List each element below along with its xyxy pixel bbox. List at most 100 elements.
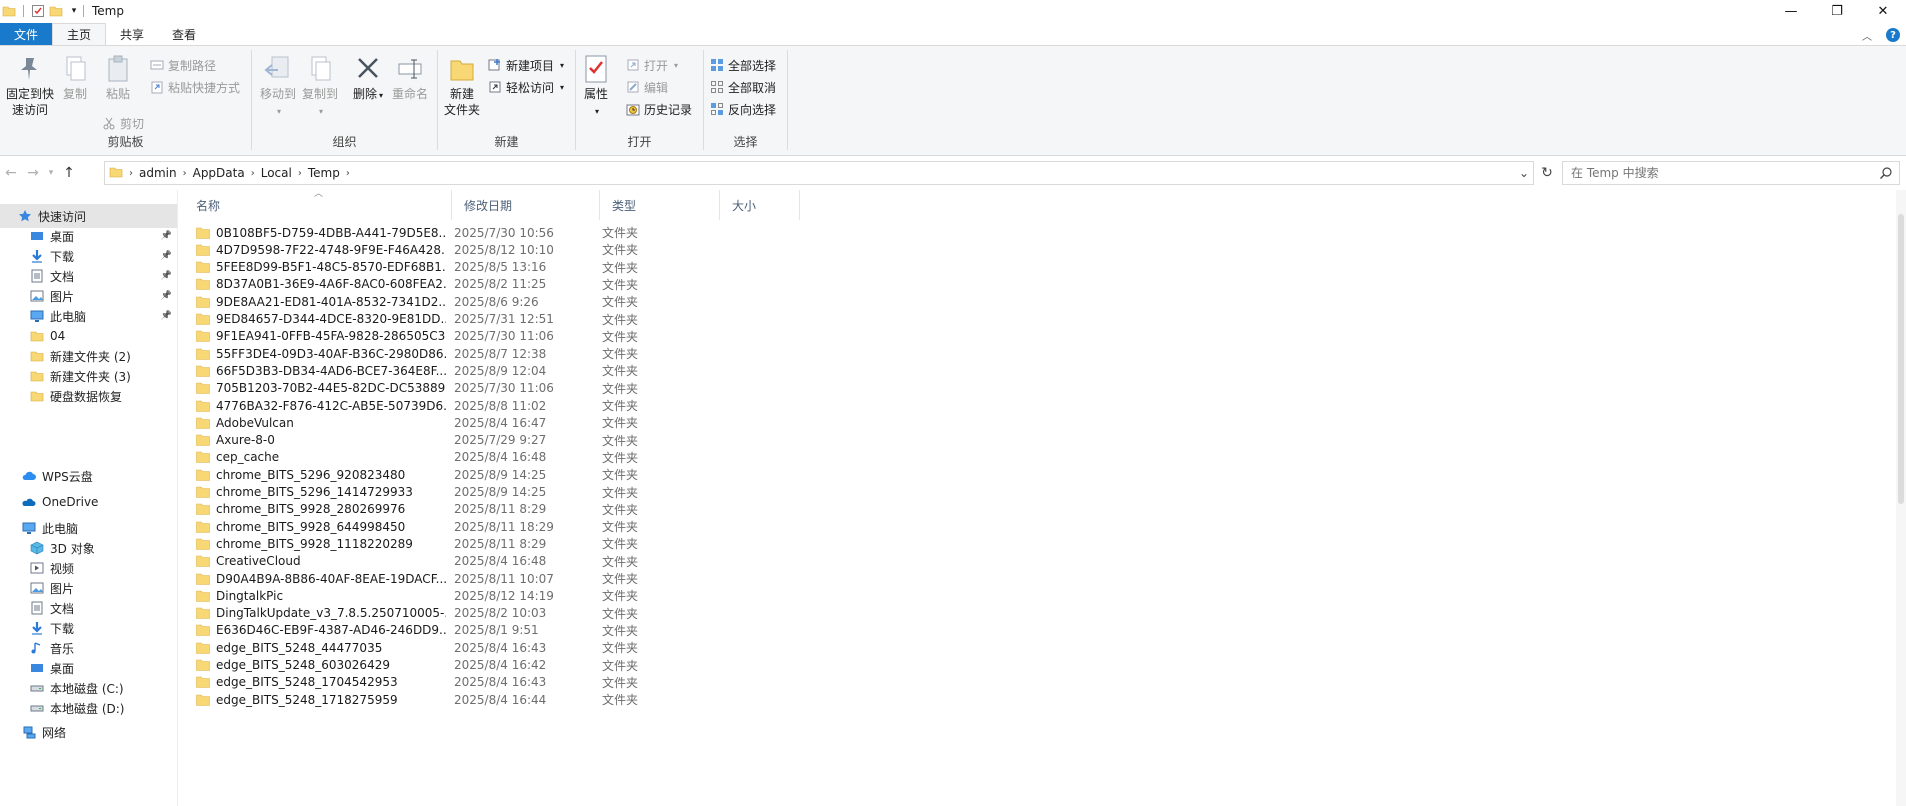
search-icon[interactable] bbox=[1879, 166, 1893, 183]
folder-icon bbox=[196, 400, 210, 412]
column-size[interactable]: 大小 bbox=[720, 190, 800, 220]
vertical-scrollbar[interactable] bbox=[1896, 190, 1906, 806]
music-icon bbox=[30, 641, 44, 655]
column-date[interactable]: 修改日期 bbox=[452, 190, 600, 220]
file-row[interactable]: edge_BITS_5248_1718275959 2025/8/4 16:44 文… bbox=[196, 689, 638, 710]
open-button[interactable]: 打开 ▾ bbox=[626, 56, 678, 74]
paste-shortcut-button[interactable]: 粘贴快捷方式 bbox=[150, 78, 240, 96]
customize-qa-dropdown-icon[interactable]: ▾ bbox=[67, 4, 81, 18]
paste-shortcut-icon bbox=[150, 80, 164, 94]
column-name[interactable]: 名称 bbox=[184, 190, 452, 220]
properties-icon bbox=[582, 54, 610, 84]
copy-path-button[interactable]: 复制路径 bbox=[150, 56, 216, 74]
file-date: 2025/8/11 8:29 bbox=[454, 536, 547, 551]
breadcrumb-temp[interactable]: Temp bbox=[302, 166, 346, 180]
nav-item-label: 本地磁盘 (C:) bbox=[50, 681, 124, 696]
scrollbar-thumb[interactable] bbox=[1898, 214, 1904, 504]
invert-selection-button[interactable]: 反向选择 bbox=[710, 100, 776, 118]
nav-quick-item[interactable]: 硬盘数据恢复 bbox=[0, 384, 177, 408]
new-folder-button[interactable]: 新建 文件夹 bbox=[442, 54, 482, 118]
move-to-button[interactable]: 移动到▾ bbox=[258, 54, 298, 120]
refresh-button[interactable]: ↻ bbox=[1536, 161, 1558, 185]
forward-button[interactable]: → bbox=[22, 162, 44, 184]
nav-pc-item[interactable]: 本地磁盘 (D:) bbox=[0, 696, 177, 720]
pin-icon: 📌 bbox=[160, 311, 172, 321]
file-name: edge_BITS_5248_603026429 bbox=[216, 658, 390, 672]
nav-item-label: 视频 bbox=[50, 561, 75, 576]
properties-button[interactable]: 属性 ▾ bbox=[578, 54, 614, 120]
folder-icon bbox=[30, 389, 44, 403]
collapse-ribbon-icon[interactable]: ︿ bbox=[1862, 28, 1872, 43]
select-none-icon bbox=[710, 80, 724, 94]
column-type[interactable]: 类型 bbox=[600, 190, 720, 220]
delete-button[interactable]: 删除 ▾ bbox=[352, 54, 384, 104]
cut-button[interactable]: 剪切 bbox=[102, 114, 144, 132]
back-button[interactable]: ← bbox=[0, 162, 22, 184]
clipboard-group-label: 剪贴板 bbox=[107, 135, 144, 149]
file-name: 9ED84657-D344-4DCE-8320-9E81DD... bbox=[216, 312, 446, 326]
folder-icon bbox=[196, 659, 210, 671]
rename-label: 重命名 bbox=[391, 87, 428, 101]
recent-locations-icon[interactable]: ▾ bbox=[44, 162, 58, 184]
breadcrumb-appdata[interactable]: AppData bbox=[187, 166, 251, 180]
copy-icon bbox=[61, 54, 89, 84]
select-group: 全部选择 全部取消 反向选择 选择 bbox=[704, 50, 788, 150]
minimize-button[interactable]: — bbox=[1768, 0, 1814, 22]
close-button[interactable]: ✕ bbox=[1860, 0, 1906, 22]
address-dropdown-icon[interactable]: ⌄ bbox=[1519, 162, 1529, 184]
breadcrumb-admin[interactable]: admin bbox=[133, 166, 183, 180]
tab-view[interactable]: 查看 bbox=[158, 23, 210, 45]
select-all-button[interactable]: 全部选择 bbox=[710, 56, 776, 74]
rename-button[interactable]: 重命名 bbox=[390, 54, 430, 102]
cut-label: 剪切 bbox=[120, 116, 145, 131]
nav-item-label: 04 bbox=[50, 329, 66, 343]
maximize-button[interactable]: ❐ bbox=[1814, 0, 1860, 22]
folder-icon bbox=[196, 244, 210, 256]
properties-qa-icon[interactable] bbox=[31, 4, 45, 18]
file-date: 2025/8/11 10:07 bbox=[454, 571, 554, 586]
history-button[interactable]: 历史记录 bbox=[626, 100, 692, 118]
search-input[interactable] bbox=[1571, 166, 1871, 180]
nav-network[interactable]: 网络 bbox=[0, 720, 177, 744]
file-name: 4776BA32-F876-412C-AB5E-50739D6... bbox=[216, 398, 446, 413]
help-icon[interactable]: ? bbox=[1886, 28, 1900, 42]
breadcrumb-chevron-icon[interactable]: › bbox=[346, 168, 350, 179]
new-folder-qa-icon[interactable] bbox=[49, 4, 63, 18]
rename-icon bbox=[396, 54, 424, 84]
file-date: 2025/8/4 16:43 bbox=[454, 675, 547, 690]
tab-home[interactable]: 主页 bbox=[52, 23, 107, 45]
ribbon-right-controls: ︿ ? bbox=[1862, 24, 1906, 46]
file-date: 2025/8/4 16:42 bbox=[454, 658, 547, 672]
paste-icon bbox=[104, 54, 132, 84]
file-list: ︿ 名称 修改日期 类型 大小 0B108BF5-D759-4DBB-A441-… bbox=[184, 189, 1906, 806]
breadcrumb-local[interactable]: Local bbox=[255, 166, 298, 180]
select-group-label: 选择 bbox=[733, 135, 758, 149]
folder-icon bbox=[196, 451, 210, 464]
easy-access-button[interactable]: 轻松访问 ▾ bbox=[488, 78, 564, 96]
file-date: 2025/8/4 16:48 bbox=[454, 554, 547, 569]
up-button[interactable]: ↑ bbox=[58, 162, 80, 184]
file-date: 2025/7/30 11:06 bbox=[454, 329, 554, 344]
paste-button[interactable]: 粘贴 bbox=[100, 54, 136, 102]
nav-onedrive[interactable]: OneDrive bbox=[0, 490, 177, 514]
separator bbox=[83, 5, 84, 17]
pin-quick-access-button[interactable]: 固定到快 速访问 bbox=[2, 54, 58, 118]
edit-button[interactable]: 编辑 bbox=[626, 78, 668, 96]
select-all-label: 全部选择 bbox=[728, 58, 777, 73]
select-none-button[interactable]: 全部取消 bbox=[710, 78, 776, 96]
nav-wps-cloud[interactable]: WPS云盘 bbox=[0, 464, 177, 488]
nav-item-label: 文档 bbox=[50, 601, 75, 616]
copy-button[interactable]: 复制 bbox=[60, 54, 90, 102]
drive-icon bbox=[30, 701, 44, 715]
address-bar[interactable]: › admin › AppData › Local › Temp › ⌄ bbox=[104, 161, 1534, 185]
copy-to-button[interactable]: 复制到▾ bbox=[300, 54, 340, 120]
picture-icon bbox=[30, 289, 44, 303]
folder-icon bbox=[196, 573, 210, 585]
new-group: 新建 文件夹 新建项目 ▾ 轻松访问 ▾ 新建 bbox=[438, 50, 576, 150]
nav-item-label: 新建文件夹 (2) bbox=[50, 349, 131, 364]
new-item-button[interactable]: 新建项目 ▾ bbox=[488, 56, 564, 74]
tab-file[interactable]: 文件 bbox=[0, 23, 53, 45]
move-to-label: 移动到 bbox=[259, 87, 296, 101]
search-box[interactable] bbox=[1562, 161, 1900, 185]
tab-share[interactable]: 共享 bbox=[106, 23, 158, 45]
